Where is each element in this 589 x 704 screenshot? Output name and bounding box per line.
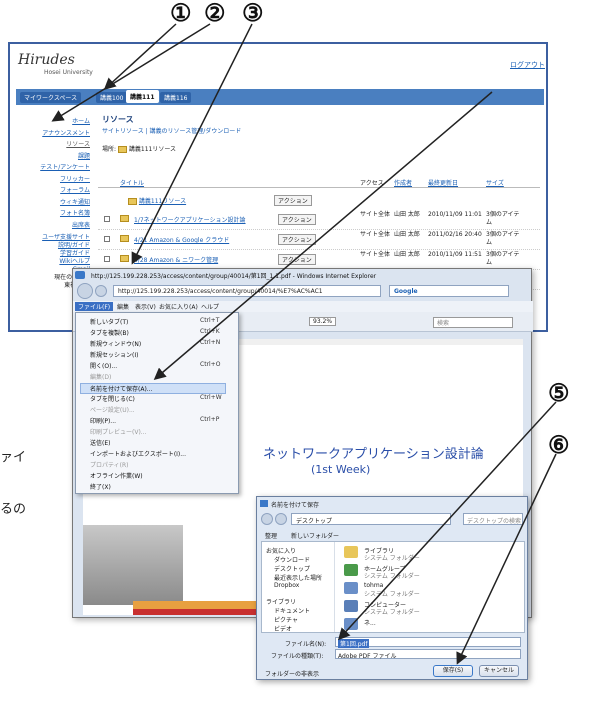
arrow-2 — [51, 23, 211, 122]
arrow-6 — [456, 453, 557, 665]
arrow-1 — [103, 23, 177, 91]
callout-arrows — [51, 23, 557, 665]
arrow-5 — [337, 401, 557, 641]
arrow-4 — [153, 91, 493, 380]
